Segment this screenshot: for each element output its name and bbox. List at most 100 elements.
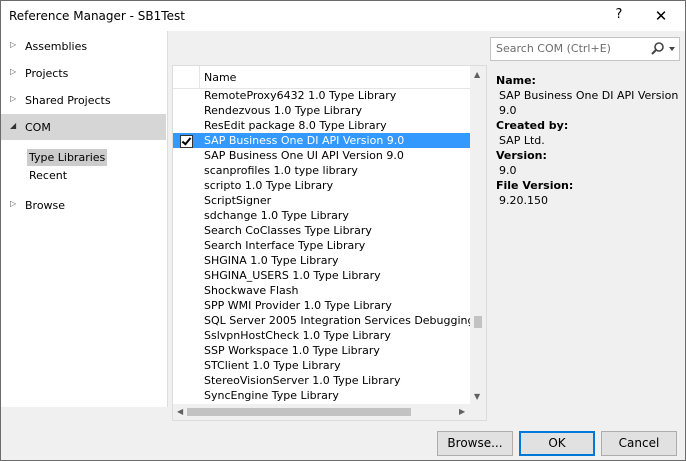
file-version-value: 9.20.150 <box>499 194 548 207</box>
category-sidebar: ▷ Assemblies ▷ Projects ▷ Shared Project… <box>1 31 168 407</box>
list-item-label: SslvpnHostCheck 1.0 Type Library <box>204 329 391 342</box>
horizontal-scrollbar[interactable]: ◀ ▶ <box>173 404 470 420</box>
list-item-label: SHGINA_USERS 1.0 Type Library <box>204 269 381 282</box>
list-item[interactable]: SQL Server 2005 Integration Services Deb… <box>173 313 470 328</box>
vertical-scroll-thumb[interactable] <box>474 316 482 328</box>
list-item-label: SPP WMI Provider 1.0 Type Library <box>204 299 392 312</box>
list-item-label: Rendezvous 1.0 Type Library <box>204 104 363 117</box>
expand-arrow-icon[interactable]: ▷ <box>10 199 16 208</box>
list-item-label: SHGINA 1.0 Type Library <box>204 254 339 267</box>
list-item[interactable]: STClient 1.0 Type Library <box>173 358 470 373</box>
list-item[interactable]: Search Interface Type Library <box>173 238 470 253</box>
list-item-label: SSP Workspace 1.0 Type Library <box>204 344 380 357</box>
scrollbar-corner <box>470 404 486 420</box>
list-item[interactable]: SyncEngine Type Library <box>173 388 470 402</box>
checkbox-column-header[interactable] <box>173 66 200 88</box>
list-item-label: SAP Business One UI API Version 9.0 <box>204 149 404 162</box>
list-item-label: ScriptSigner <box>204 194 272 207</box>
name-value-continued: 9.0 <box>499 104 517 117</box>
list-item[interactable]: ScriptSigner <box>173 193 470 208</box>
checkbox[interactable] <box>180 135 193 148</box>
list-item[interactable]: SAP Business One UI API Version 9.0 <box>173 148 470 163</box>
name-label: Name: <box>496 74 536 87</box>
scroll-right-icon[interactable]: ▶ <box>459 407 465 416</box>
list-item-label: SAP Business One DI API Version 9.0 <box>204 134 405 147</box>
sidebar-item-shared-projects[interactable]: ▷ Shared Projects <box>1 87 166 113</box>
search-icon[interactable] <box>650 41 678 57</box>
list-rows: RemoteProxy6432 1.0 Type Library Rendezvo… <box>173 88 470 402</box>
ok-button-label: OK <box>548 436 566 450</box>
list-header: Name <box>173 66 470 89</box>
cancel-button-label: Cancel <box>618 436 660 450</box>
close-button[interactable]: ✕ <box>644 5 678 27</box>
name-column-header[interactable]: Name <box>204 71 236 84</box>
sidebar-item-label: COM <box>25 121 51 134</box>
ok-button[interactable]: OK <box>519 431 595 456</box>
scroll-up-icon[interactable]: ▲ <box>474 70 480 79</box>
list-item[interactable]: SPP WMI Provider 1.0 Type Library <box>173 298 470 313</box>
list-item-label: sdchange 1.0 Type Library <box>204 209 349 222</box>
expand-arrow-icon[interactable]: ▷ <box>10 40 16 49</box>
details-pane: Name: SAP Business One DI API Version 9.… <box>496 74 682 209</box>
list-item-label: SQL Server 2005 Integration Services Deb… <box>204 314 470 327</box>
horizontal-scroll-thumb[interactable] <box>187 408 411 416</box>
sidebar-subitem-label: Recent <box>29 169 68 182</box>
collapse-arrow-icon[interactable]: ◢ <box>10 121 16 130</box>
sidebar-subitem-label: Type Libraries <box>29 151 106 164</box>
list-item-label: scanprofiles 1.0 type library <box>204 164 358 177</box>
sidebar-item-assemblies[interactable]: ▷ Assemblies <box>1 33 166 59</box>
list-item-label: STClient 1.0 Type Library <box>204 359 341 372</box>
sidebar-item-label: Assemblies <box>25 40 88 53</box>
list-item[interactable]: Shockwave Flash <box>173 283 470 298</box>
list-item[interactable]: scanprofiles 1.0 type library <box>173 163 470 178</box>
list-item-label: StereoVisionServer 1.0 Type Library <box>204 374 401 387</box>
file-version-label: File Version: <box>496 179 574 192</box>
list-item-label: scripto 1.0 Type Library <box>204 179 334 192</box>
vertical-scrollbar[interactable]: ▲ ▼ <box>470 66 486 404</box>
help-button[interactable]: ? <box>607 7 631 27</box>
created-by-value: SAP Ltd. <box>499 134 545 147</box>
list-item-label: SyncEngine Type Library <box>204 389 339 402</box>
list-item[interactable]: StereoVisionServer 1.0 Type Library <box>173 373 470 388</box>
list-item[interactable]: scripto 1.0 Type Library <box>173 178 470 193</box>
search-placeholder[interactable]: Search COM (Ctrl+E) <box>496 42 611 55</box>
list-item[interactable]: RemoteProxy6432 1.0 Type Library <box>173 88 470 103</box>
list-item[interactable]: sdchange 1.0 Type Library <box>173 208 470 223</box>
expand-arrow-icon[interactable]: ▷ <box>10 67 16 76</box>
list-item[interactable]: SHGINA_USERS 1.0 Type Library <box>173 268 470 283</box>
scroll-down-icon[interactable]: ▼ <box>474 392 480 401</box>
list-item-label: Shockwave Flash <box>204 284 299 297</box>
list-item[interactable]: SAP Business One DI API Version 9.0 <box>173 133 470 148</box>
list-item[interactable]: SslvpnHostCheck 1.0 Type Library <box>173 328 470 343</box>
window-title: Reference Manager - SB1Test <box>9 9 185 23</box>
list-item[interactable]: SHGINA 1.0 Type Library <box>173 253 470 268</box>
version-value: 9.0 <box>499 164 517 177</box>
sidebar-subitem-type-libraries[interactable]: Type Libraries <box>27 149 108 166</box>
title-bar: Reference Manager - SB1Test ? ✕ <box>1 1 685 31</box>
sidebar-subitem-recent[interactable]: Recent <box>27 167 69 184</box>
cancel-button[interactable]: Cancel <box>601 431 677 456</box>
sidebar-item-browse[interactable]: ▷ Browse <box>1 192 166 218</box>
browse-button-label: Browse... <box>447 436 503 450</box>
sidebar-item-label: Browse <box>25 199 66 212</box>
list-item-label: Search CoClasses Type Library <box>204 224 372 237</box>
browse-button[interactable]: Browse... <box>437 431 513 456</box>
list-item[interactable]: SSP Workspace 1.0 Type Library <box>173 343 470 358</box>
sidebar-item-com[interactable]: ◢ COM <box>1 114 166 140</box>
list-item[interactable]: Search CoClasses Type Library <box>173 223 470 238</box>
expand-arrow-icon[interactable]: ▷ <box>10 94 16 103</box>
sidebar-item-label: Shared Projects <box>25 94 111 107</box>
list-item[interactable]: Rendezvous 1.0 Type Library <box>173 103 470 118</box>
reference-manager-dialog: Reference Manager - SB1Test ? ✕ ▷ Assemb… <box>0 0 686 461</box>
created-by-label: Created by: <box>496 119 569 132</box>
version-label: Version: <box>496 149 547 162</box>
list-item-label: ResEdit package 8.0 Type Library <box>204 119 387 132</box>
list-item-label: Search Interface Type Library <box>204 239 366 252</box>
search-box[interactable]: Search COM (Ctrl+E) <box>490 37 680 61</box>
sidebar-item-label: Projects <box>25 67 69 80</box>
scroll-left-icon[interactable]: ◀ <box>177 407 183 416</box>
type-library-list: Name RemoteProxy6432 1.0 Type Library Ren… <box>172 65 487 421</box>
sidebar-item-projects[interactable]: ▷ Projects <box>1 60 166 86</box>
list-item-label: RemoteProxy6432 1.0 Type Library <box>204 89 397 102</box>
list-item[interactable]: ResEdit package 8.0 Type Library <box>173 118 470 133</box>
